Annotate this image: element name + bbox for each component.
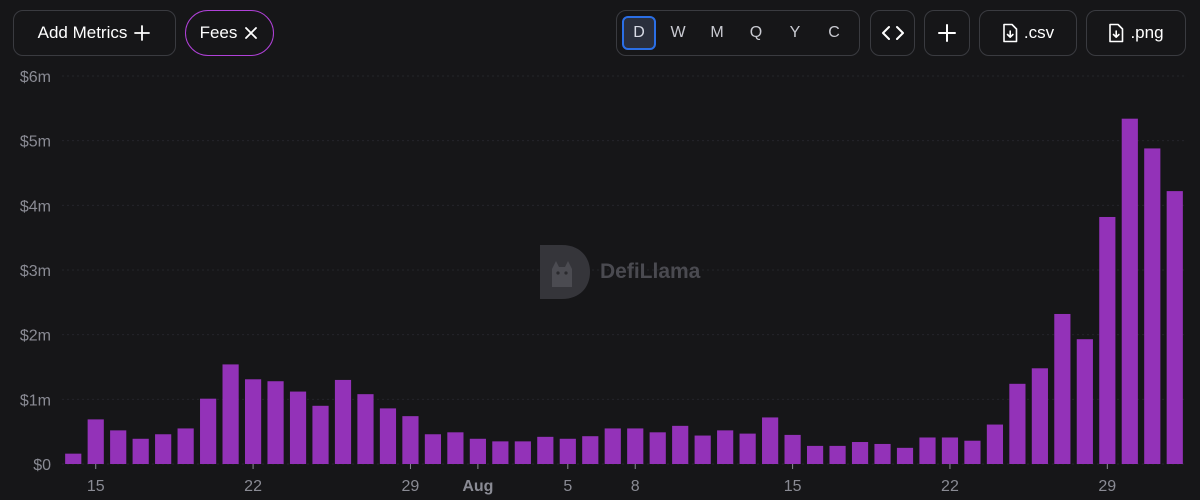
bar[interactable] [1009,383,1026,464]
x-tick-label: 8 [631,478,640,495]
bar[interactable] [379,408,397,464]
bar[interactable] [739,433,756,464]
y-tick-label: $5m [20,134,51,151]
bar[interactable] [514,441,531,464]
bar[interactable] [334,379,352,464]
watermark-text: DefiLlama [600,260,701,283]
x-tick-label: 22 [941,478,959,495]
x-tick-label: 5 [563,478,572,495]
x-tick-label: 15 [87,478,105,495]
bar[interactable] [537,436,554,464]
bar[interactable] [986,424,1004,464]
x-tick-label: 29 [1098,478,1116,495]
y-tick-label: $2m [20,328,51,345]
bar[interactable] [806,445,824,464]
bar[interactable] [784,434,801,464]
x-tick-label: Aug [462,478,493,495]
bar[interactable] [582,436,599,464]
y-tick-label: $3m [20,263,51,280]
bar[interactable] [829,445,846,464]
bar[interactable] [267,381,284,464]
bar[interactable] [964,440,981,464]
y-tick-label: $6m [20,69,51,86]
bar[interactable] [604,428,621,464]
bar[interactable] [694,435,711,464]
bar[interactable] [65,453,82,464]
x-axis: 15 22 29 Aug 5 8 15 22 29 [87,464,1116,495]
bar[interactable] [919,437,936,464]
bar[interactable] [312,405,329,464]
bar[interactable] [1099,216,1116,464]
bar[interactable] [200,398,217,464]
bar[interactable] [1144,148,1161,464]
bar[interactable] [1121,118,1138,465]
bar[interactable] [672,425,689,464]
bar[interactable] [492,441,509,464]
bar[interactable] [132,438,149,464]
bar[interactable] [627,428,644,464]
bar[interactable] [941,437,959,464]
bar[interactable] [1076,339,1093,464]
bar[interactable] [1031,368,1048,464]
bar[interactable] [110,430,127,464]
bar[interactable] [447,432,464,464]
bar[interactable] [244,379,262,464]
y-axis: $0 $1m $2m $3m $4m $5m $6m [20,69,51,474]
bar[interactable] [649,432,666,464]
x-tick-label: 22 [244,478,262,495]
bar[interactable] [424,434,442,464]
bar[interactable] [762,417,779,464]
x-tick-label: 15 [784,478,802,495]
bar[interactable] [87,419,104,464]
bar[interactable] [874,443,891,464]
bar[interactable] [1054,313,1071,464]
bar[interactable] [717,430,734,464]
bar[interactable] [357,394,374,464]
y-tick-label: $0 [33,457,51,474]
bar[interactable] [1166,191,1183,464]
defillama-logo-icon [540,245,590,299]
bar[interactable] [896,447,914,464]
bar[interactable] [155,434,172,464]
bar[interactable] [402,416,419,464]
y-tick-label: $1m [20,392,51,409]
defillama-watermark: DefiLlama [538,243,700,301]
bar[interactable] [222,364,239,464]
bar[interactable] [289,391,307,464]
bar[interactable] [851,442,869,464]
bar[interactable] [469,438,486,464]
bar[interactable] [559,438,576,464]
x-tick-label: 29 [402,478,420,495]
y-tick-label: $4m [20,198,51,215]
bar[interactable] [177,428,194,464]
